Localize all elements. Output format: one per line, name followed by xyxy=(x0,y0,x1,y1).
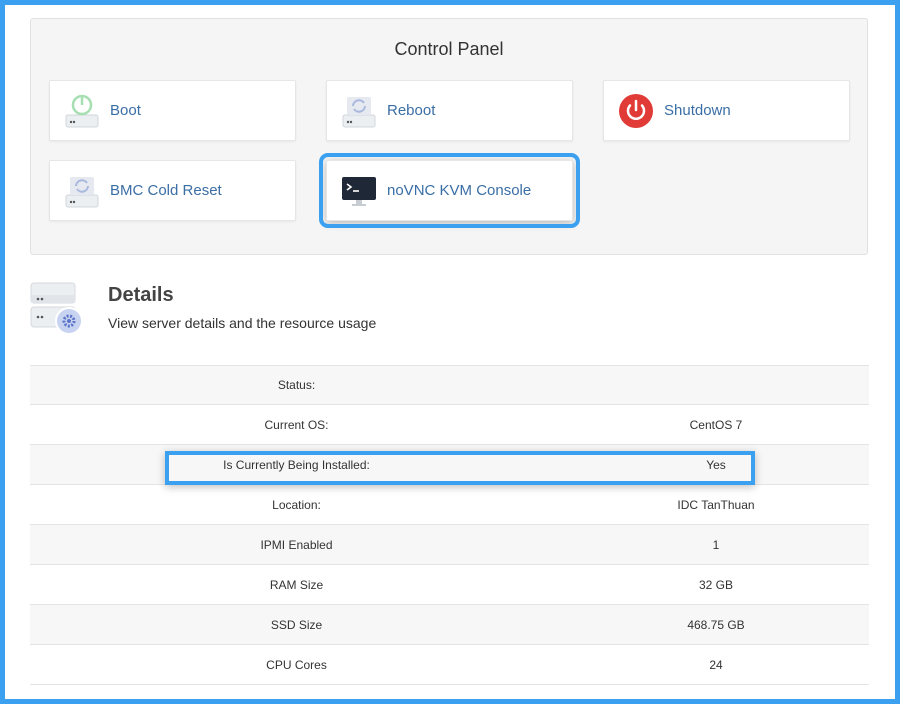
row-value: Yes xyxy=(706,457,726,472)
table-row: SSD Size 468.75 GB xyxy=(30,605,869,645)
row-key: IPMI Enabled xyxy=(260,537,333,552)
reboot-button[interactable]: Reboot xyxy=(326,80,573,141)
shutdown-button-label: Shutdown xyxy=(664,102,731,119)
refresh-server-icon xyxy=(65,176,99,207)
shutdown-button[interactable]: Shutdown xyxy=(603,80,850,141)
novnc-kvm-console-button-label: noVNC KVM Console xyxy=(387,182,532,199)
table-row: Location: IDC TanThuan xyxy=(30,485,869,525)
row-key: SSD Size xyxy=(270,617,323,632)
reboot-button-label: Reboot xyxy=(387,102,436,119)
bmc-cold-reset-button[interactable]: BMC Cold Reset xyxy=(49,160,296,221)
row-value: 24 xyxy=(709,657,723,672)
bmc-cold-reset-button-label: BMC Cold Reset xyxy=(110,182,222,199)
row-key: Location: xyxy=(272,497,321,512)
details-title: Details xyxy=(108,284,174,306)
row-value: 1 xyxy=(712,537,720,552)
table-row: Current OS: CentOS 7 xyxy=(30,405,869,445)
row-key: Status: xyxy=(277,378,316,392)
control-panel-title: Control Panel xyxy=(394,39,504,59)
row-key: RAM Size xyxy=(269,577,324,592)
table-row: IPMI Enabled 1 xyxy=(30,525,869,565)
boot-button-label: Boot xyxy=(110,102,141,119)
power-server-icon xyxy=(65,94,99,127)
table-row: CPU Cores 24 xyxy=(30,645,869,685)
control-panel: Control Panel Boot Reboot Shutdown BMC C… xyxy=(30,18,868,255)
row-key: CPU Cores xyxy=(266,657,327,672)
boot-button[interactable]: Boot xyxy=(49,80,296,141)
row-value: 468.75 GB xyxy=(687,617,745,632)
row-key: Is Currently Being Installed: xyxy=(223,457,370,472)
row-value: CentOS 7 xyxy=(689,417,743,432)
power-off-icon xyxy=(619,93,653,128)
row-value: IDC TanThuan xyxy=(677,497,755,512)
row-key: Current OS: xyxy=(264,417,329,432)
refresh-server-icon xyxy=(342,96,376,127)
terminal-monitor-icon xyxy=(342,176,376,206)
table-row: Status: xyxy=(30,365,869,405)
novnc-kvm-console-button[interactable]: noVNC KVM Console xyxy=(319,153,580,228)
table-row: Is Currently Being Installed: Yes xyxy=(30,445,869,485)
server-settings-icon xyxy=(30,282,83,335)
details-table: Status: Current OS: CentOS 7 Is Currentl… xyxy=(30,365,869,685)
details-subtitle: View server details and the resource usa… xyxy=(108,315,377,331)
row-value: 32 GB xyxy=(698,577,734,592)
table-row: RAM Size 32 GB xyxy=(30,565,869,605)
